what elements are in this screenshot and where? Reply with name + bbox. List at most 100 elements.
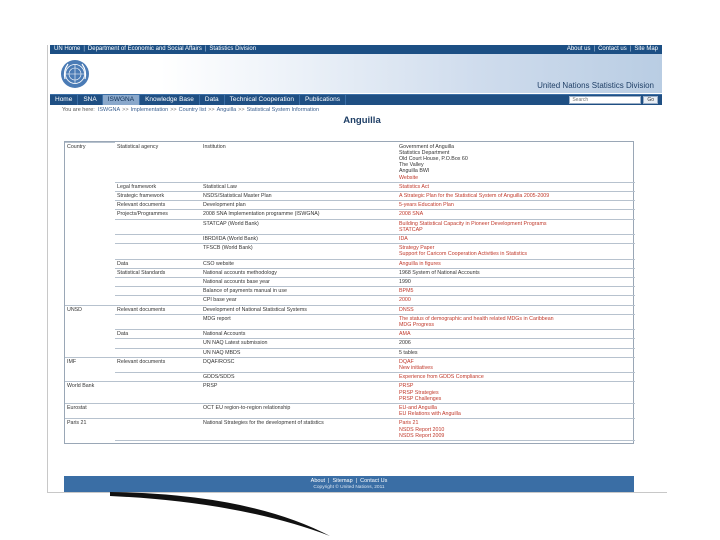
tab-home[interactable]: Home (50, 95, 79, 105)
table-row: UN NAQ Latest submission 2006 (65, 338, 635, 349)
item-cell: National Strategies for the development … (201, 418, 397, 442)
category-cell (115, 219, 201, 235)
page-footer: About | Sitemap | Contact Us Copyright © Uni… (64, 476, 634, 492)
detail-link[interactable]: A Strategic Plan for the Statistical Sys… (399, 193, 633, 199)
detail-cell: BPM5 (397, 286, 635, 297)
breadcrumb-item-anguilla[interactable]: Anguilla (217, 107, 237, 113)
detail-link[interactable]: Statistics Act (399, 184, 633, 190)
search-input[interactable] (569, 96, 642, 104)
top-link-statistics-division[interactable]: Statistics Division (209, 45, 256, 54)
detail-link[interactable]: IDA (399, 236, 633, 242)
table-row: UN NAQ MBDS 5 tables (65, 348, 635, 358)
table-row: UNSD Relevant documents Development of Nat… (65, 304, 635, 315)
tab-sna[interactable]: SNA (78, 95, 103, 105)
detail-link[interactable]: MDG Progress (399, 322, 633, 328)
footer-link-contact-us[interactable]: Contact Us (360, 478, 387, 484)
detail-link[interactable]: New initiatives (399, 365, 633, 371)
organization-cell (65, 373, 115, 382)
tab-technical-cooperation[interactable]: Technical Cooperation (225, 95, 300, 105)
detail-cell: 2008 SNA (397, 209, 635, 220)
detail-link[interactable]: NSDS Report 2009 (399, 433, 633, 439)
item-cell: 2008 SNA Implementation programme (ISWGN… (201, 209, 397, 220)
item-cell: Statistical Law (201, 182, 397, 192)
top-links-left: UN Home | Department of Economic and Socia… (54, 45, 256, 54)
category-cell (115, 372, 201, 383)
detail-text: 1990 (399, 278, 411, 285)
un-emblem-icon[interactable] (60, 59, 90, 89)
detail-link[interactable]: DNSS (399, 307, 633, 313)
top-link-site-map[interactable]: Site Map (634, 45, 658, 54)
item-cell: Balance of payments manual in use (201, 286, 397, 297)
category-cell: Data (115, 259, 201, 269)
detail-cell: DQAF New initiatives (397, 357, 635, 374)
category-cell: Projects/Programmes (115, 209, 201, 220)
item-cell: GDDS/SDDS (201, 372, 397, 383)
tab-data[interactable]: Data (200, 95, 225, 105)
detail-link[interactable]: 5-years Education Plan (399, 202, 633, 208)
detail-link[interactable]: AMA (399, 331, 633, 337)
item-cell: National accounts base year (201, 277, 397, 288)
top-link-contact-us[interactable]: Contact us (598, 45, 627, 54)
tab-publications[interactable]: Publications (300, 95, 347, 105)
detail-cell: 5 tables (397, 348, 635, 358)
detail-link[interactable]: 2000 (399, 297, 633, 303)
statistical-system-table-container: Country Statistical agency Institution Gove… (64, 141, 635, 444)
detail-link[interactable]: Website (399, 175, 633, 181)
breadcrumb-separator: >> (238, 106, 245, 113)
top-links-right: About us | Contact us | Site Map (567, 45, 658, 54)
top-link-department-of-economic-and-social-affairs[interactable]: Department of Economic and Social Affair… (88, 45, 202, 54)
organization-cell (65, 234, 115, 243)
top-link-about-us[interactable]: About us (567, 45, 591, 54)
tab-iswgna[interactable]: ISWGNA (102, 95, 141, 105)
detail-cell: 1990 (397, 277, 635, 288)
item-cell: DQAF/ROSC (201, 357, 397, 374)
table-row: National accounts base year 1990 (65, 277, 635, 288)
table-row: Country Statistical agency Institution Gove… (65, 142, 635, 183)
organization-cell (65, 191, 115, 200)
detail-link[interactable]: PRSP Challenges (399, 396, 633, 402)
organization-cell (65, 244, 115, 259)
item-cell: UN NAQ MBDS (201, 348, 397, 358)
table-row: Relevant documents Development plan 5-year… (65, 200, 635, 211)
category-cell: Statistical agency (115, 142, 201, 183)
detail-cell: 1968 System of National Accounts (397, 268, 635, 278)
table-row: Strategic framework NSDS/Statistical Mast… (65, 191, 635, 202)
footer-link-about[interactable]: About (311, 478, 325, 484)
item-cell: National accounts methodology (201, 268, 397, 278)
organization-cell (65, 339, 115, 348)
breadcrumb-item-country-list[interactable]: Country list (179, 107, 207, 113)
top-link-separator: | (204, 46, 207, 52)
organization-cell (65, 259, 115, 268)
item-cell: NSDS/Statistical Master Plan (201, 191, 397, 202)
top-link-un-home[interactable]: UN Home (54, 45, 80, 54)
table-row: STATCAP (World Bank) Building Statistical… (65, 219, 635, 235)
detail-link[interactable]: STATCAP (399, 227, 633, 233)
detail-link[interactable]: Experience from GDDS Compliance (399, 374, 633, 380)
detail-cell: DNSS (397, 305, 635, 315)
search-go-button[interactable]: Go (643, 96, 658, 104)
breadcrumb-item-iswgna[interactable]: ISWGNA (98, 107, 120, 113)
detail-cell: IDA (397, 234, 635, 245)
detail-link[interactable]: EU Relations with Anguilla (399, 411, 633, 417)
detail-link[interactable]: 2008 SNA (399, 211, 633, 217)
item-cell: National Accounts (201, 329, 397, 340)
breadcrumb-item-implementation[interactable]: Implementation (131, 107, 169, 113)
detail-cell: 2006 (397, 338, 635, 349)
detail-link[interactable]: Support for Caricom Cooperation Activiti… (399, 251, 633, 257)
organization-cell: UNSD (65, 304, 115, 315)
category-cell (115, 286, 201, 297)
category-cell (115, 314, 201, 331)
detail-link[interactable]: Anguilla in figures (399, 261, 633, 267)
detail-cell: A Strategic Plan for the Statistical Sys… (397, 191, 635, 202)
table-row: World Bank PRSP PRSP PRSP Strategies PRSP Ch… (65, 381, 635, 404)
detail-link[interactable]: BPM5 (399, 288, 633, 294)
detail-cell: 5-years Education Plan (397, 200, 635, 211)
footer-link-sitemap[interactable]: Sitemap (332, 478, 352, 484)
item-cell: Institution (201, 142, 397, 183)
footer-separator: | (355, 478, 358, 484)
item-cell: PRSP (201, 381, 397, 404)
organization-cell (65, 182, 115, 191)
organization-cell (65, 210, 115, 219)
detail-text: 2006 (399, 340, 411, 347)
tab-knowledge-base[interactable]: Knowledge Base (140, 95, 200, 105)
